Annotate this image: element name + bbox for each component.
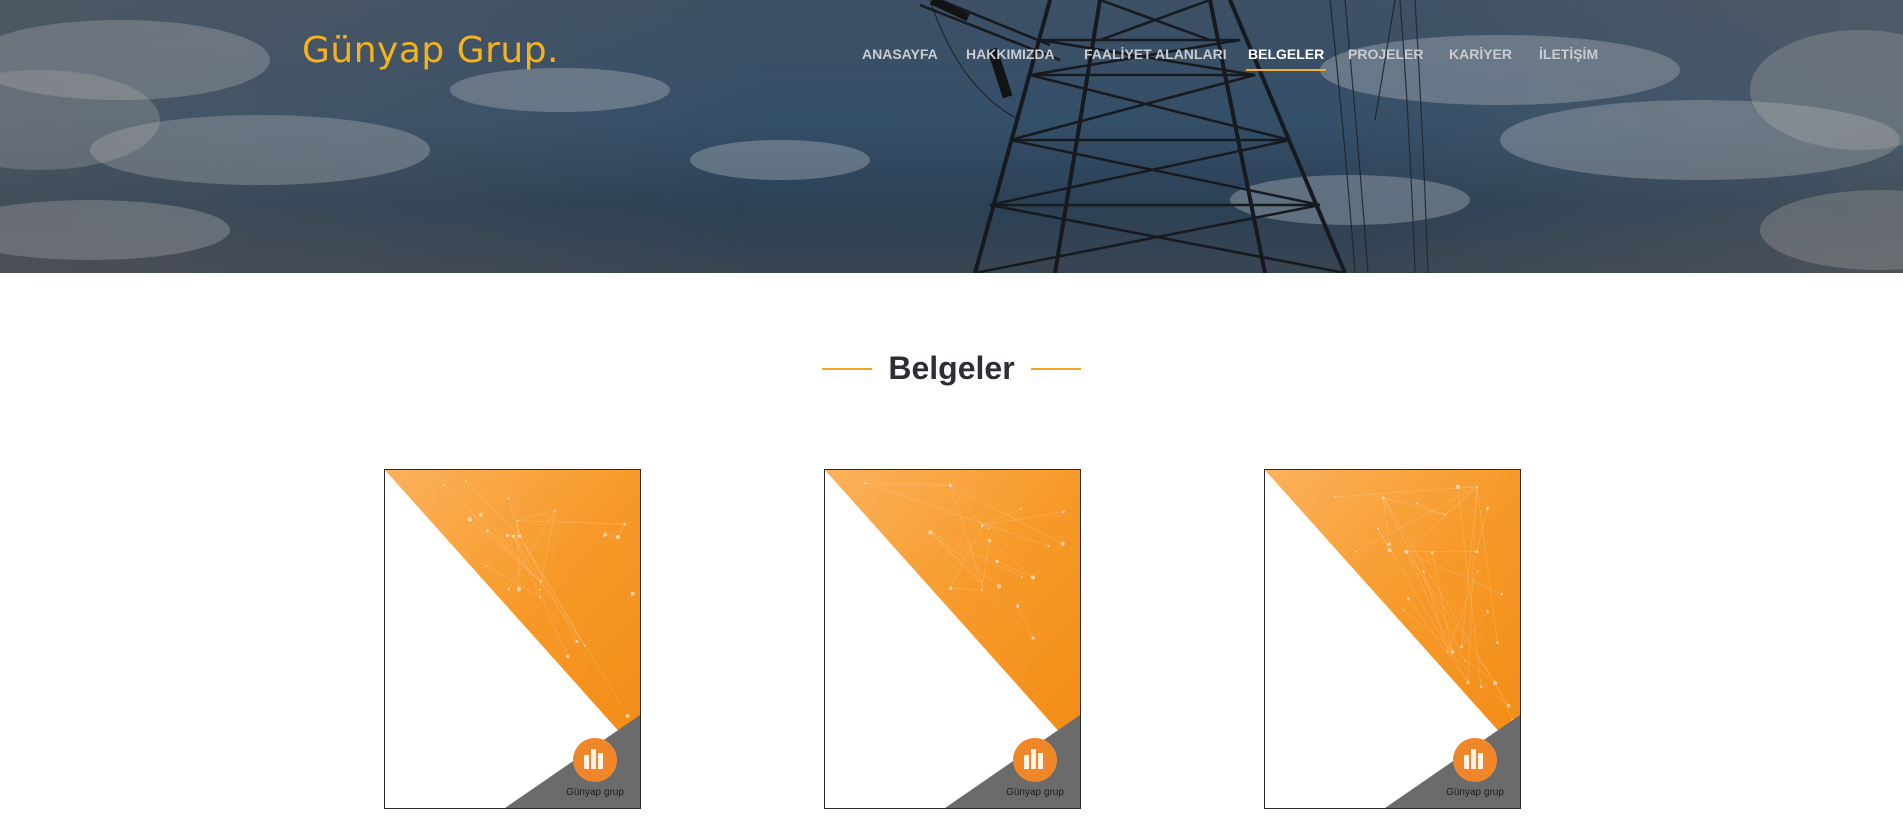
page-title: Belgeler [888,350,1015,386]
nav-item-hakkimizda[interactable]: HAKKIMIZDA [966,46,1055,62]
hero-overlay [0,0,1903,273]
document-thumbnail: Günyap grup [385,470,640,808]
document-logo-text: Günyap grup [1446,787,1504,798]
document-thumbnail: Günyap grup [825,470,1080,808]
nav-item-kariyer[interactable]: KARİYER [1449,46,1512,62]
nav-item-projeler[interactable]: PROJELER [1348,46,1423,62]
document-card[interactable]: Günyap grup [824,469,1081,809]
section-heading: Belgeler [0,350,1903,387]
nav-item-belgeler[interactable]: BELGELER [1246,46,1327,71]
hero-banner: Günyap Grup. ANASAYFA HAKKIMIZDA FAALİYE… [0,0,1903,273]
nav-item-anasayfa[interactable]: ANASAYFA [862,46,938,62]
main-navigation: ANASAYFA HAKKIMIZDA FAALİYET ALANLARI BE… [0,46,1903,76]
title-right-line [1030,367,1081,370]
active-nav-underline [1246,69,1327,71]
nav-item-belgeler-label: BELGELER [1248,46,1325,62]
document-thumbnail: Günyap grup [1265,470,1520,808]
document-card[interactable]: Günyap grup [384,469,641,809]
title-left-line [822,367,873,370]
nav-item-iletisim[interactable]: İLETİŞİM [1539,46,1598,62]
document-logo-text: Günyap grup [566,787,624,798]
nav-item-faaliyet-alanlari[interactable]: FAALİYET ALANLARI [1084,46,1227,62]
document-card[interactable]: Günyap grup [1264,469,1521,809]
document-logo-text: Günyap grup [1006,787,1064,798]
